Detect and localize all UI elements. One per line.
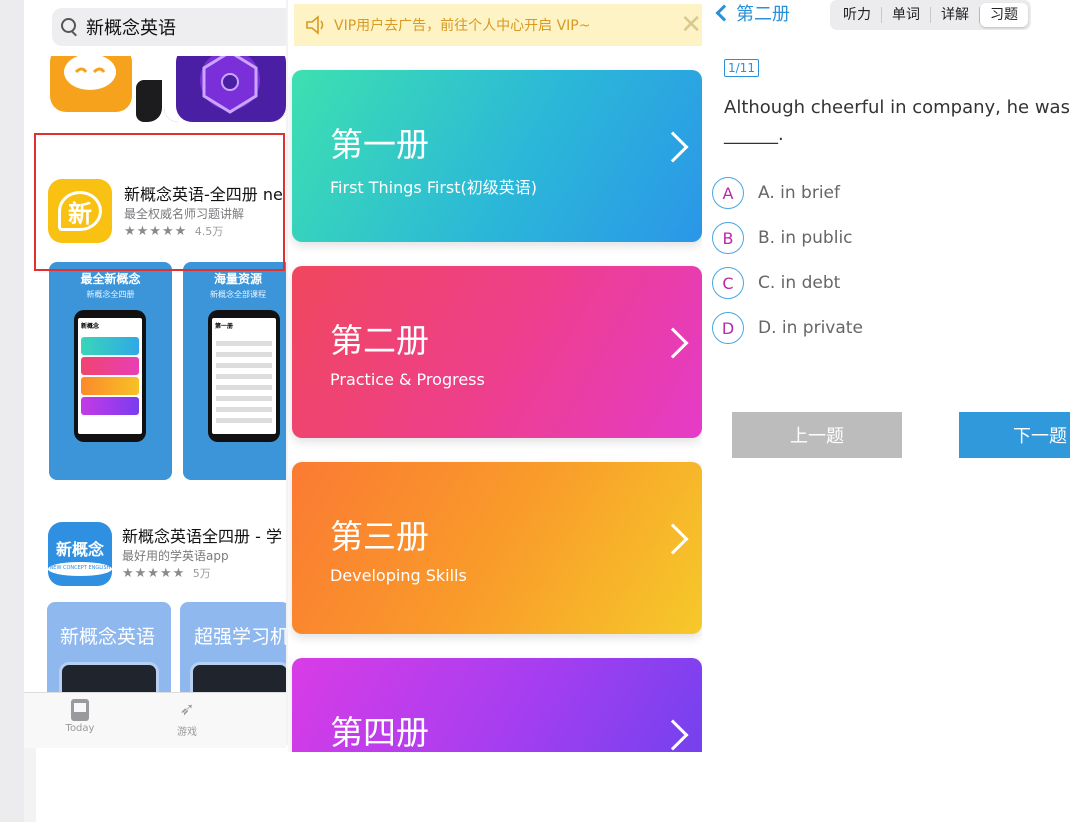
option-b[interactable]: B B. in public xyxy=(712,222,853,254)
tab-label: 游戏 xyxy=(177,727,197,738)
book-title: 第一册 xyxy=(330,125,429,164)
bottom-background xyxy=(36,745,1070,822)
vip-banner[interactable]: VIP用户去广告，前往个人中心开启 VIP~ ✕ xyxy=(294,4,702,46)
book-subtitle: Developing Skills xyxy=(330,566,467,585)
app-name: 新概念英语全四册 - 学 xyxy=(122,527,282,546)
screenshot-title: 海量资源 xyxy=(213,272,262,286)
promo-title: 超强学习机 xyxy=(194,626,286,648)
option-text: C. in debt xyxy=(758,273,841,293)
close-icon[interactable]: ✕ xyxy=(680,10,702,40)
chevron-right-icon xyxy=(657,131,689,163)
option-c[interactable]: C C. in debt xyxy=(712,267,840,299)
mini-card xyxy=(81,357,139,375)
option-letter: A xyxy=(712,177,744,209)
screenshot-title: 最全新概念 xyxy=(80,272,141,286)
app-icon-text: 新概念 xyxy=(55,540,104,559)
vip-banner-text: VIP用户去广告，前往个人中心开启 VIP~ xyxy=(334,18,591,34)
screenshot-preview-right[interactable] xyxy=(164,56,286,122)
book-card-3[interactable]: 第三册 Developing Skills xyxy=(292,462,702,634)
phone-screen-title: 第一册 xyxy=(215,323,234,330)
orange-mascot-icon xyxy=(50,56,162,122)
book-card-2[interactable]: 第二册 Practice & Progress xyxy=(292,266,702,438)
left-background xyxy=(0,0,24,822)
mini-card xyxy=(81,377,139,395)
book-title: 第二册 xyxy=(330,321,429,360)
chevron-right-icon xyxy=(657,523,689,555)
tab-label: Today xyxy=(65,723,95,734)
app-screenshot-2[interactable]: 海量资源 新概念全部课程 第一册 xyxy=(183,262,286,480)
prev-question-button[interactable]: 上一题 xyxy=(732,412,902,458)
quiz-panel: 第二册 听力 单词 详解 习题 1/11 Although cheerful i… xyxy=(702,0,1070,745)
option-a[interactable]: A A. in brief xyxy=(712,177,840,209)
phone-screen-title: 新概念 xyxy=(81,323,100,330)
app-icon-subtext: NEW CONCEPT ENGLISH xyxy=(49,565,111,571)
tab-words[interactable]: 单词 xyxy=(882,3,930,27)
book-list-panel: VIP用户去广告，前往个人中心开启 VIP~ ✕ 第一册 First Thing… xyxy=(288,0,702,752)
app-icon-xingainian: 新概念 NEW CONCEPT ENGLISH xyxy=(48,522,112,586)
today-icon xyxy=(71,699,89,721)
app-screenshot-1[interactable]: 最全新概念 新概念全四册 新概念 xyxy=(49,262,172,480)
aperture-icon xyxy=(164,56,286,122)
tab-games[interactable]: ➶ 游戏 xyxy=(157,699,217,738)
search-icon xyxy=(60,17,80,37)
tab-segment: 听力 单词 详解 习题 xyxy=(830,0,1031,30)
tab-listening[interactable]: 听力 xyxy=(833,3,881,27)
option-letter: C xyxy=(712,267,744,299)
mini-card xyxy=(81,397,139,415)
option-text: D. in private xyxy=(758,318,863,338)
option-letter: B xyxy=(712,222,744,254)
phone-mockup: 新概念 xyxy=(74,310,146,442)
app-store-panel: 新概念英语 新 新概念英语-全四册 ne 最全权威名师习题讲解 ★★★★★ 4.… xyxy=(24,0,286,748)
tab-exercises[interactable]: 习题 xyxy=(980,3,1028,27)
chevron-right-icon xyxy=(657,719,689,751)
tab-details[interactable]: 详解 xyxy=(931,3,979,27)
book-subtitle: First Things First(初级英语) xyxy=(330,178,537,197)
option-letter: D xyxy=(712,312,744,344)
rating-count: 5万 xyxy=(192,567,211,580)
question-blank: ______. xyxy=(724,124,784,145)
screenshot-subtitle: 新概念全部课程 xyxy=(210,290,266,299)
speaker-icon xyxy=(306,15,324,35)
book-title: 第四册 xyxy=(330,713,429,752)
promo-title: 新概念英语 xyxy=(60,626,156,648)
option-text: B. in public xyxy=(758,228,853,248)
screenshot-preview-left[interactable] xyxy=(50,56,162,122)
book-card-4[interactable]: 第四册 xyxy=(292,658,702,752)
phone-mockup: 第一册 xyxy=(208,310,280,442)
question-text: Although cheerful in company, he was of xyxy=(724,97,1070,118)
tab-bar: Today ➶ 游戏 xyxy=(24,692,286,748)
highlight-box xyxy=(34,133,285,271)
option-d[interactable]: D D. in private xyxy=(712,312,863,344)
app-rating: ★★★★★ 5万 xyxy=(122,565,211,581)
mini-list xyxy=(212,333,276,431)
search-bar[interactable]: 新概念英语 xyxy=(52,8,286,46)
chevron-left-icon xyxy=(715,4,733,22)
star-rating: ★★★★★ xyxy=(122,566,186,581)
rocket-icon: ➶ xyxy=(179,699,195,720)
app-subtitle: 最好用的学英语app xyxy=(122,549,229,563)
screenshot-subtitle: 新概念全四册 xyxy=(86,290,135,299)
question-counter: 1/11 xyxy=(724,59,759,77)
back-button[interactable]: 第二册 xyxy=(714,0,790,26)
app-listing-new-concept-2[interactable]: 新概念 NEW CONCEPT ENGLISH 新概念英语全四册 - 学 最好用… xyxy=(48,520,286,590)
search-query: 新概念英语 xyxy=(86,18,176,39)
book-subtitle: Practice & Progress xyxy=(330,370,485,389)
next-question-button[interactable]: 下一题 xyxy=(959,412,1070,458)
book-card-1[interactable]: 第一册 First Things First(初级英语) xyxy=(292,70,702,242)
book-title: 第三册 xyxy=(330,517,429,556)
tab-today[interactable]: Today xyxy=(50,699,110,734)
mini-card xyxy=(81,337,139,355)
chevron-right-icon xyxy=(657,327,689,359)
option-text: A. in brief xyxy=(758,183,840,203)
back-label: 第二册 xyxy=(736,4,790,25)
